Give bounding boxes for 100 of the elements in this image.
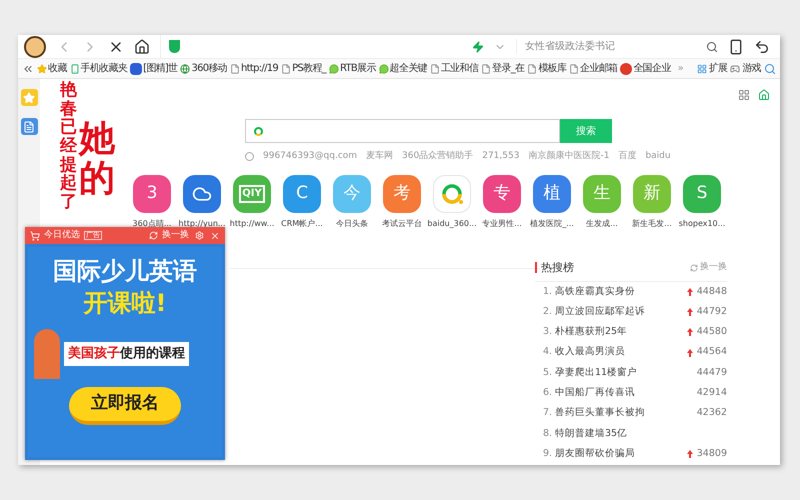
chat-bubble-icon xyxy=(378,64,389,74)
refresh-icon xyxy=(690,264,698,272)
bookmark-link[interactable]: RTB展示 xyxy=(340,61,376,76)
phone-icon[interactable] xyxy=(728,38,744,54)
search-count: 44848 xyxy=(696,284,727,299)
bookmark-link[interactable]: 全国企业 xyxy=(633,61,671,76)
tile-label[interactable]: CRM帐户... xyxy=(281,218,323,230)
history-icon xyxy=(245,152,254,162)
tile-label[interactable]: shopex10... xyxy=(678,218,726,230)
bookmark-link[interactable]: PS教程_ xyxy=(292,61,326,76)
settings-icon[interactable] xyxy=(195,231,204,240)
search-count: 42914 xyxy=(696,386,727,400)
tile-label[interactable]: 新生毛发... xyxy=(632,218,672,230)
page-icon xyxy=(430,64,440,74)
hot-list-title: 热搜榜 xyxy=(535,262,574,274)
tile-icon: 今 xyxy=(333,174,371,212)
star-icon xyxy=(37,64,47,74)
tile-label[interactable]: 专业男性... xyxy=(482,218,522,230)
toolbar-link[interactable]: 扩展 xyxy=(708,61,728,76)
emblem-icon xyxy=(620,62,632,74)
phone-icon xyxy=(70,64,80,74)
tile-label[interactable]: baidu_360... xyxy=(427,218,477,230)
tile-icon: 生 xyxy=(583,174,621,212)
signup-button[interactable]: 立即报名 xyxy=(69,387,181,424)
cart-icon xyxy=(30,230,40,240)
search-field[interactable] xyxy=(245,119,560,143)
search-icon[interactable] xyxy=(706,40,718,52)
undo-icon[interactable] xyxy=(754,38,770,54)
tile-icon: 考 xyxy=(383,174,421,212)
tile-icon: S xyxy=(683,174,721,212)
rank-number: 6. xyxy=(543,386,554,400)
hot-topic-link[interactable]: 孕妻爬出11楼窗户 xyxy=(555,366,687,380)
chat-bubble-icon xyxy=(328,64,339,74)
rank-number: 1. xyxy=(543,284,554,299)
bookmark-link[interactable]: 超全关键 xyxy=(390,61,427,76)
search-icon[interactable] xyxy=(764,62,776,74)
shield-icon xyxy=(169,40,180,53)
hot-topic-link[interactable]: 周立波回应鄢军起诉 xyxy=(555,304,687,320)
bookmark-link[interactable]: 企业邮箱 xyxy=(580,61,618,76)
hot-topic-link[interactable]: 兽药巨头董事长被拘 xyxy=(555,406,687,421)
page-icon xyxy=(527,64,538,74)
home-icon[interactable] xyxy=(134,38,150,54)
rank-number: 3. xyxy=(543,325,554,340)
search-count: 44580 xyxy=(696,325,727,340)
rank-number: 2. xyxy=(543,304,554,319)
rank-number: 7. xyxy=(543,406,554,420)
star-icon[interactable] xyxy=(20,89,38,106)
ad-banner[interactable]: 国际少儿英语 开课啦! 美国孩子使用的课程 立即报名 xyxy=(28,247,222,457)
rank-number: 4. xyxy=(543,345,554,360)
hot-topic-link[interactable]: 收入最高男演员 xyxy=(555,345,687,360)
refresh-icon xyxy=(149,231,158,240)
hot-topic-link[interactable]: 朴槿惠获刑25年 xyxy=(555,325,687,340)
tile-label[interactable]: 今日头条 xyxy=(336,218,368,230)
close-icon[interactable] xyxy=(210,230,220,240)
tile-label[interactable]: http://ww... xyxy=(230,218,274,230)
tile-icon: C xyxy=(283,174,321,212)
grid-icon[interactable] xyxy=(738,89,750,101)
tile-icon: 植 xyxy=(533,174,571,212)
tile-label[interactable]: 360点睛... xyxy=(132,218,172,230)
search-count: 42362 xyxy=(696,406,727,420)
rank-number: 9. xyxy=(543,446,554,461)
hot-topic-link[interactable]: 中国船厂再传喜讯 xyxy=(555,386,687,400)
tile-label[interactable]: 考试云平台 xyxy=(382,218,422,230)
list-icon[interactable] xyxy=(20,118,38,135)
page-icon xyxy=(281,64,292,74)
bookmark-link[interactable]: 360移动 xyxy=(191,61,228,76)
rank-number: 8. xyxy=(543,426,554,441)
hot-topic-link[interactable]: 特朗普建墙35亿 xyxy=(555,426,719,441)
bookmark-link[interactable]: 模板库 xyxy=(538,61,566,76)
search-count: 44792 xyxy=(696,304,727,319)
globe-icon xyxy=(180,64,190,74)
ad-subhead: 开课啦! xyxy=(84,291,166,315)
hot-topic-link[interactable]: 朋友圈帮砍价骗局 xyxy=(555,446,687,462)
ad-headline: 国际少儿英语 xyxy=(53,259,197,283)
avatar-icon[interactable] xyxy=(24,36,46,58)
tile-icon: QIY xyxy=(233,174,271,212)
popup-title: 今日优选 xyxy=(44,228,80,242)
bookmark-link[interactable]: 工业和信 xyxy=(440,61,478,76)
bookmark-link[interactable]: 登录_在 xyxy=(492,61,524,76)
tile-icon: 3 xyxy=(133,174,171,212)
page-icon xyxy=(481,64,492,74)
tile-icon: 专 xyxy=(483,174,521,212)
refresh-link[interactable]: 换一换 xyxy=(162,228,189,242)
search-logo-icon xyxy=(254,126,263,136)
tile-label[interactable]: http://yun... xyxy=(178,218,226,230)
bookmark-link[interactable]: [图精]世 xyxy=(143,61,178,76)
tile-label[interactable]: 生发成... xyxy=(586,218,618,230)
tile-icon: 新 xyxy=(633,174,671,212)
page-icon xyxy=(569,64,580,74)
toolbar-link[interactable]: 游戏 xyxy=(742,61,761,76)
bookmark-link[interactable]: 收藏 xyxy=(48,61,67,76)
bookmark-link[interactable]: 手机收藏夹 xyxy=(80,61,128,76)
search-count: 44479 xyxy=(696,366,727,380)
apps-icon xyxy=(696,64,707,74)
lightning-icon[interactable] xyxy=(472,40,484,52)
hot-topic-link[interactable]: 高铁座霸真实身份 xyxy=(555,284,687,299)
page-icon xyxy=(230,64,240,74)
rank-number: 5. xyxy=(543,366,554,380)
bookmark-link[interactable]: http://19 xyxy=(241,61,278,76)
tile-label[interactable]: 植发医院_... xyxy=(530,218,574,230)
